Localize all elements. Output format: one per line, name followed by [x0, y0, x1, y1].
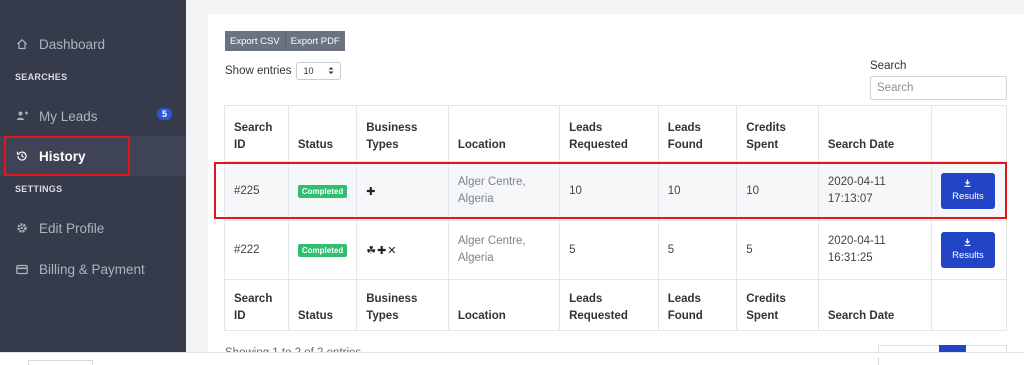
cell-leads-found: 5 — [657, 220, 738, 280]
footer-header-leads-requested: Leads Requested — [559, 279, 659, 331]
header-text: Found — [667, 138, 703, 151]
header-text: Search — [234, 121, 273, 134]
export-pdf-button[interactable]: Export PDF — [284, 31, 345, 51]
table-row: #222 Completed ☘✚✕ Alger Centre, Algeria … — [224, 220, 1008, 280]
bottom-divider — [878, 357, 879, 365]
export-csv-button[interactable]: Export CSV — [225, 31, 285, 51]
footer-header-leads-found: Leads Found — [657, 279, 738, 331]
status-badge: Completed — [297, 243, 348, 257]
results-button[interactable]: Results — [940, 232, 995, 268]
cell-leads-requested: 5 — [559, 220, 659, 280]
sidebar: Dashboard SEARCHES My Leads 5 History SE… — [0, 0, 186, 352]
header-text: Search — [234, 292, 273, 305]
cell-actions: Results — [930, 220, 1008, 280]
column-header-credits-spent[interactable]: Credits Spent — [736, 105, 819, 162]
column-header-status[interactable]: Status — [287, 105, 358, 162]
time-line: 16:31:25 — [827, 252, 873, 264]
header-text: Business — [366, 292, 418, 305]
sidebar-item-edit-profile[interactable]: Edit Profile — [0, 208, 186, 248]
header-text: Types — [366, 309, 399, 322]
header-text: Leads — [569, 121, 603, 134]
header-text: Spent — [746, 138, 779, 151]
header-text: Spent — [746, 309, 779, 322]
column-header-business-types[interactable]: Business Types — [356, 105, 449, 162]
column-header-search-id[interactable]: Search ID — [224, 105, 289, 162]
history-highlight-box — [4, 136, 130, 176]
footer-header-search-date: Search Date — [817, 279, 932, 331]
header-text: Leads — [667, 292, 701, 305]
table-footer-row: Search ID Status Business Types Location L… — [224, 279, 1008, 331]
sidebar-item-my-leads[interactable]: My Leads 5 — [0, 96, 186, 136]
sidebar-item-billing[interactable]: Billing & Payment — [0, 249, 186, 289]
users-icon — [15, 109, 29, 123]
home-icon — [15, 37, 29, 51]
business-type-icons: ☘✚✕ — [366, 244, 398, 257]
cell-search-date: 2020-04-11 16:31:25 — [817, 220, 932, 280]
column-header-location[interactable]: Location — [447, 105, 561, 162]
footer-header-actions — [930, 279, 1008, 331]
search-label: Search — [870, 60, 907, 72]
header-text: Leads — [667, 121, 701, 134]
header-text: Requested — [569, 309, 628, 322]
header-text: ID — [234, 309, 246, 322]
cell-status: Completed — [287, 220, 358, 280]
sidebar-item-label: Dashboard — [39, 36, 106, 52]
bottom-bar — [0, 352, 1024, 365]
header-text: Found — [667, 309, 703, 322]
header-text: ID — [234, 138, 246, 151]
sidebar-item-label: Billing & Payment — [39, 261, 145, 277]
export-buttons: Export CSV Export PDF — [225, 31, 345, 51]
entries-select-value: 10 — [303, 66, 314, 76]
bottom-control[interactable] — [28, 360, 93, 365]
results-button-label: Results — [952, 249, 984, 261]
footer-header-credits-spent: Credits Spent — [736, 279, 819, 331]
header-text: Requested — [569, 138, 628, 151]
select-arrows-icon — [328, 66, 334, 77]
entries-select[interactable]: 10 — [296, 62, 342, 80]
section-label-settings: SETTINGS — [15, 184, 63, 194]
column-header-leads-found[interactable]: Leads Found — [657, 105, 738, 162]
cell-business-types: ☘✚✕ — [356, 220, 449, 280]
header-text: Leads — [569, 292, 603, 305]
header-text: Credits — [746, 292, 786, 305]
row-highlight-box — [214, 162, 1007, 219]
cell-credits-spent: 5 — [736, 220, 819, 280]
download-icon — [964, 238, 971, 249]
header-text: Types — [366, 138, 399, 151]
header-text: Business — [366, 121, 418, 134]
location-line: Alger Centre, — [457, 234, 526, 247]
cell-search-id: #222 — [224, 220, 289, 280]
header-text: Credits — [746, 121, 786, 134]
section-label-searches: SEARCHES — [15, 72, 68, 82]
date-line: 2020-04-11 — [827, 234, 886, 247]
table-header-row: Search ID Status Business Types Location L… — [224, 105, 1008, 162]
cell-location: Alger Centre, Algeria — [447, 220, 561, 280]
show-entries: Show entries 10 — [225, 62, 342, 80]
footer-header-business-types: Business Types — [356, 279, 449, 331]
column-header-actions — [930, 105, 1008, 162]
leads-count-badge: 5 — [156, 108, 172, 120]
credit-card-icon — [15, 262, 29, 276]
sidebar-item-label: Edit Profile — [39, 220, 105, 236]
gear-icon — [15, 221, 29, 235]
footer-header-status: Status — [287, 279, 358, 331]
location-line: Algeria — [457, 252, 494, 264]
footer-header-search-id: Search ID — [224, 279, 289, 331]
show-entries-label: Show entries — [225, 65, 292, 77]
sidebar-item-dashboard[interactable]: Dashboard — [0, 24, 186, 64]
footer-header-location: Location — [447, 279, 561, 331]
sidebar-item-label: My Leads — [39, 108, 98, 124]
search-input[interactable]: Search — [870, 76, 1007, 100]
column-header-leads-requested[interactable]: Leads Requested — [559, 105, 659, 162]
column-header-search-date[interactable]: Search Date — [817, 105, 932, 162]
